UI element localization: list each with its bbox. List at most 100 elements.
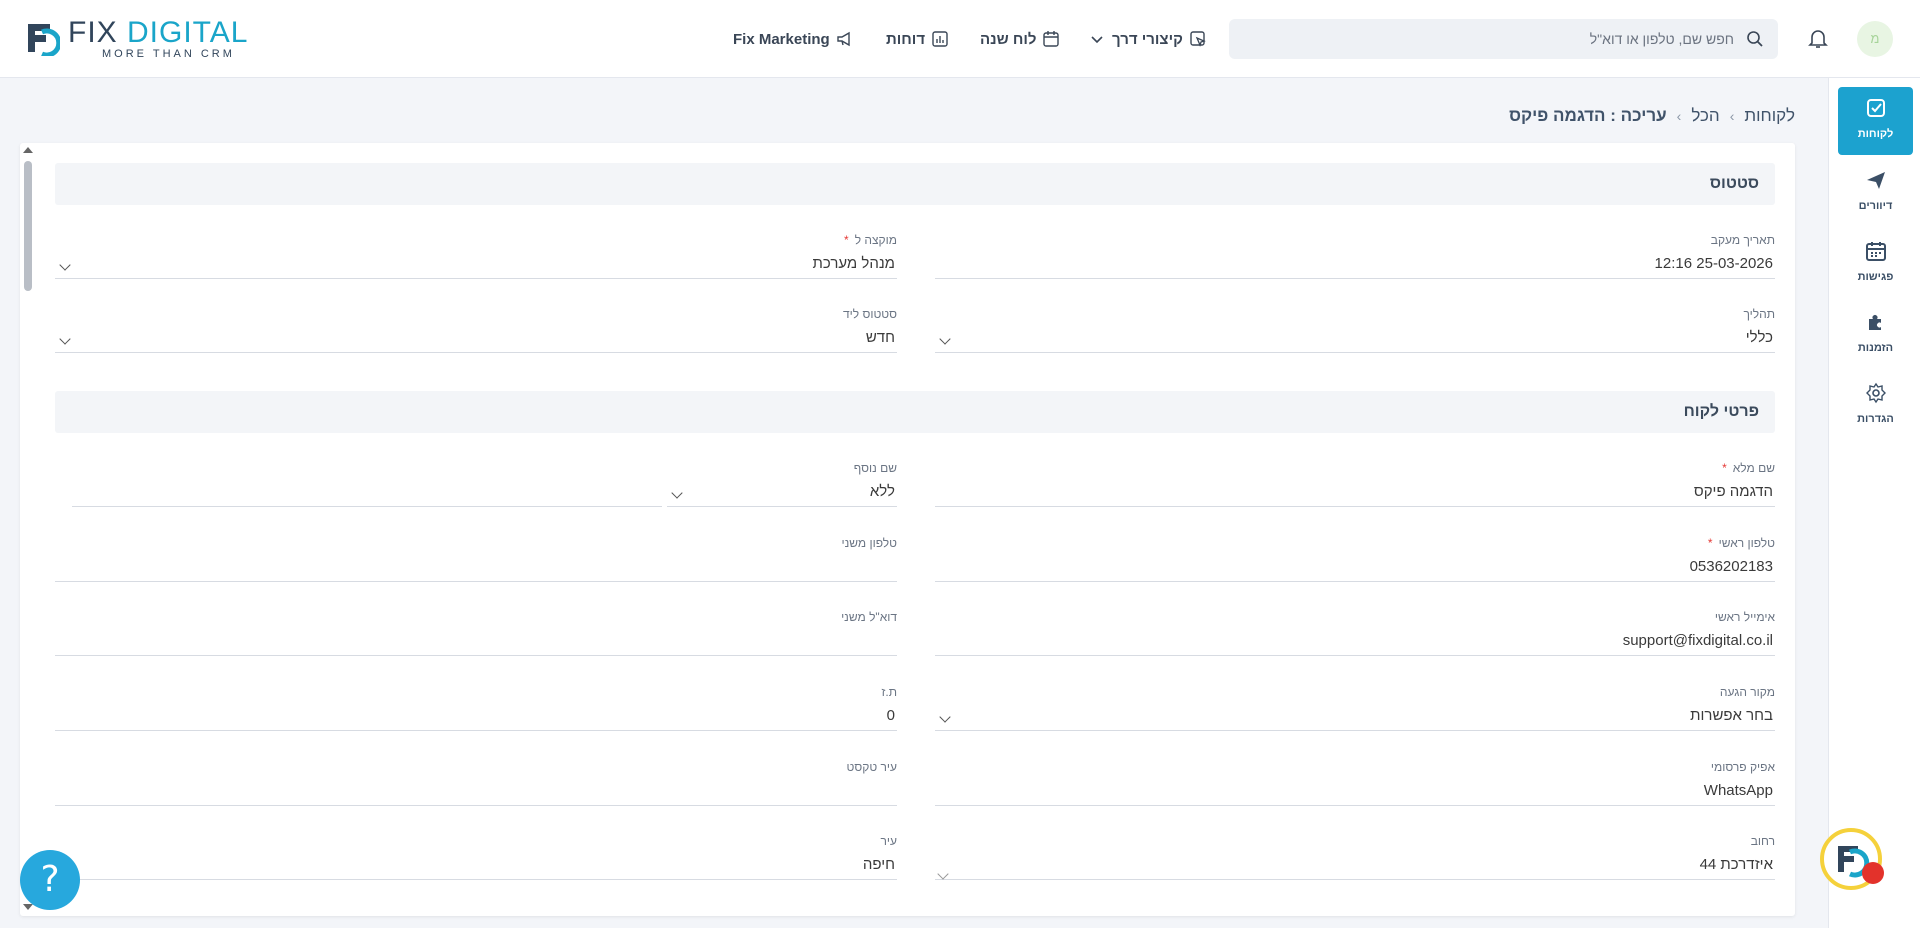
required-marker: * [1722, 461, 1727, 475]
city-field[interactable]: עיר חיפה [55, 834, 897, 880]
field-label: שם מלא * [935, 461, 1775, 477]
logo-tagline: MORE THAN CRM [102, 48, 235, 60]
ad-channel-field[interactable]: אפיק פרסומי WhatsApp [935, 760, 1775, 806]
ad-channel-input[interactable]: WhatsApp [935, 776, 1775, 806]
logo-word-fix: FIX [68, 16, 128, 49]
lead-status-value: חדש [865, 329, 895, 346]
section-customer-details-header: פרטי לקוח [55, 391, 1775, 433]
assigned-to-field[interactable]: מוקצה ל * מנהל מערכת [55, 233, 897, 279]
scroll-down-arrow-icon[interactable] [23, 904, 33, 910]
scrollbar[interactable] [20, 143, 36, 916]
field-label: טלפון ראשי * [935, 536, 1775, 552]
sidebar-item-customers[interactable]: לקוחות [1838, 87, 1913, 155]
field-label: מוקצה ל * [55, 233, 897, 249]
chevron-down-icon [59, 259, 71, 271]
field-label: עיר [880, 834, 897, 848]
city-text-field[interactable]: עיר טקסט [55, 760, 897, 806]
chevron-down-icon [671, 487, 683, 499]
search-input[interactable] [1254, 19, 1734, 59]
id-number-input[interactable]: 0 [55, 701, 897, 731]
assigned-to-select[interactable]: מנהל מערכת [55, 249, 897, 279]
assigned-to-value: מנהל מערכת [812, 255, 895, 272]
process-field[interactable]: תהליך כללי [935, 307, 1775, 353]
extra-name-select[interactable]: ללא [667, 477, 897, 507]
full-name-input[interactable]: הדגמה פיקס [935, 477, 1775, 507]
nav-reports-label: דוחות [886, 30, 926, 48]
secondary-email-field[interactable]: דוא"ל משני [55, 610, 897, 656]
field-label: עיר טקסט [846, 760, 897, 774]
main-phone-field[interactable]: טלפון ראשי * 0536202183 [935, 536, 1775, 582]
main-phone-input[interactable]: 0536202183 [935, 552, 1775, 582]
lead-status-select[interactable]: חדש [55, 323, 897, 353]
nav-fix-marketing[interactable]: Fix Marketing [733, 28, 854, 50]
scroll-up-arrow-icon[interactable] [23, 147, 33, 153]
nav-calendar-label: לוח שנה [980, 30, 1037, 48]
resize-handle-icon[interactable] [937, 868, 949, 880]
sidebar-item-label: דיוורים [1858, 200, 1893, 212]
nav-shortcuts[interactable]: קיצורי דרך [1088, 28, 1207, 50]
calendar-icon [1043, 31, 1060, 47]
gear-icon [1865, 382, 1886, 404]
full-name-field[interactable]: שם מלא * הדגמה פיקס [935, 461, 1775, 507]
chevron-down-icon [1091, 36, 1103, 44]
source-select[interactable]: בחר אפשרות [935, 701, 1775, 731]
breadcrumb-all[interactable]: הכל [1691, 106, 1719, 126]
extra-name-input[interactable] [72, 477, 662, 507]
paper-plane-icon [1866, 172, 1885, 189]
street-textarea[interactable]: איזדרכת 44 [935, 850, 1775, 880]
secondary-phone-input[interactable] [55, 552, 897, 582]
bell-icon[interactable] [1806, 26, 1830, 50]
chevron-down-icon [939, 711, 951, 723]
main-email-field[interactable]: אימייל ראשי support@fixdigital.co.il [935, 610, 1775, 656]
breadcrumb-current: עריכה : הדגמה פיקס [1509, 106, 1667, 125]
sidebar-item-mailings[interactable]: דיוורים [1838, 159, 1913, 227]
source-field[interactable]: מקור הגעה בחר אפשרות [935, 685, 1775, 731]
secondary-email-input[interactable] [55, 626, 897, 656]
field-label: תאריך מעקב [1710, 233, 1775, 247]
followup-date-field[interactable]: תאריך מעקב 25-03-2026 12:16 [935, 233, 1775, 279]
bar-chart-icon [932, 31, 948, 47]
scrollbar-thumb[interactable] [24, 161, 32, 291]
followup-date-input[interactable]: 25-03-2026 12:16 [935, 249, 1775, 279]
field-label: מקור הגעה [1719, 685, 1775, 699]
lead-status-field[interactable]: סטטוס ליד חדש [55, 307, 897, 353]
source-value: בחר אפשרות [1690, 707, 1773, 724]
sidebar-item-label: הגדרות [1857, 413, 1894, 425]
breadcrumb-customers[interactable]: לקוחות [1744, 106, 1795, 126]
search-box[interactable] [1229, 19, 1778, 59]
section-status-header: סטטוס [55, 163, 1775, 205]
city-text-input[interactable] [55, 776, 897, 806]
city-input[interactable]: חיפה [55, 850, 897, 880]
process-select[interactable]: כללי [935, 323, 1775, 353]
notification-dot [1862, 862, 1884, 884]
search-icon [1747, 31, 1763, 47]
nav-reports[interactable]: דוחות [886, 28, 949, 50]
sidebar-item-settings[interactable]: הגדרות [1838, 372, 1913, 440]
avatar[interactable]: מ [1857, 21, 1893, 57]
id-number-field[interactable]: ת.ז 0 [55, 685, 897, 731]
sidebar-item-label: פגישות [1857, 271, 1894, 283]
nav-fix-marketing-label: Fix Marketing [733, 30, 830, 48]
nav-calendar[interactable]: לוח שנה [980, 28, 1060, 50]
field-label: שם נוסף [853, 461, 897, 475]
fix-digital-logo[interactable]: FIX DIGITAL MORE THAN CRM [24, 16, 284, 60]
main-email-input[interactable]: support@fixdigital.co.il [935, 626, 1775, 656]
field-label: דוא"ל משני [841, 610, 897, 624]
fix-assistant-button[interactable] [1820, 828, 1884, 890]
chevron-down-icon [939, 333, 951, 345]
assigned-to-label: מוקצה ל [854, 233, 897, 247]
field-label: תהליך [1743, 307, 1775, 321]
full-name-label: שם מלא [1732, 461, 1775, 475]
street-value: איזדרכת 44 [1699, 856, 1773, 873]
breadcrumb: לקוחות › הכל › עריכה : הדגמה פיקס [1509, 106, 1795, 126]
help-button[interactable]: ? [20, 850, 80, 910]
extra-name-field[interactable]: שם נוסף ללא [72, 461, 897, 507]
sidebar-item-orders[interactable]: הזמנות [1838, 301, 1913, 369]
sidebar-item-label: לקוחות [1857, 128, 1894, 140]
pointer-icon [1190, 31, 1206, 47]
breadcrumb-separator: › [1729, 108, 1735, 124]
street-field[interactable]: רחוב איזדרכת 44 [935, 834, 1775, 880]
nav-shortcuts-label: קיצורי דרך [1112, 30, 1183, 48]
sidebar-item-meetings[interactable]: פגישות [1838, 230, 1913, 298]
secondary-phone-field[interactable]: טלפון משני [55, 536, 897, 582]
